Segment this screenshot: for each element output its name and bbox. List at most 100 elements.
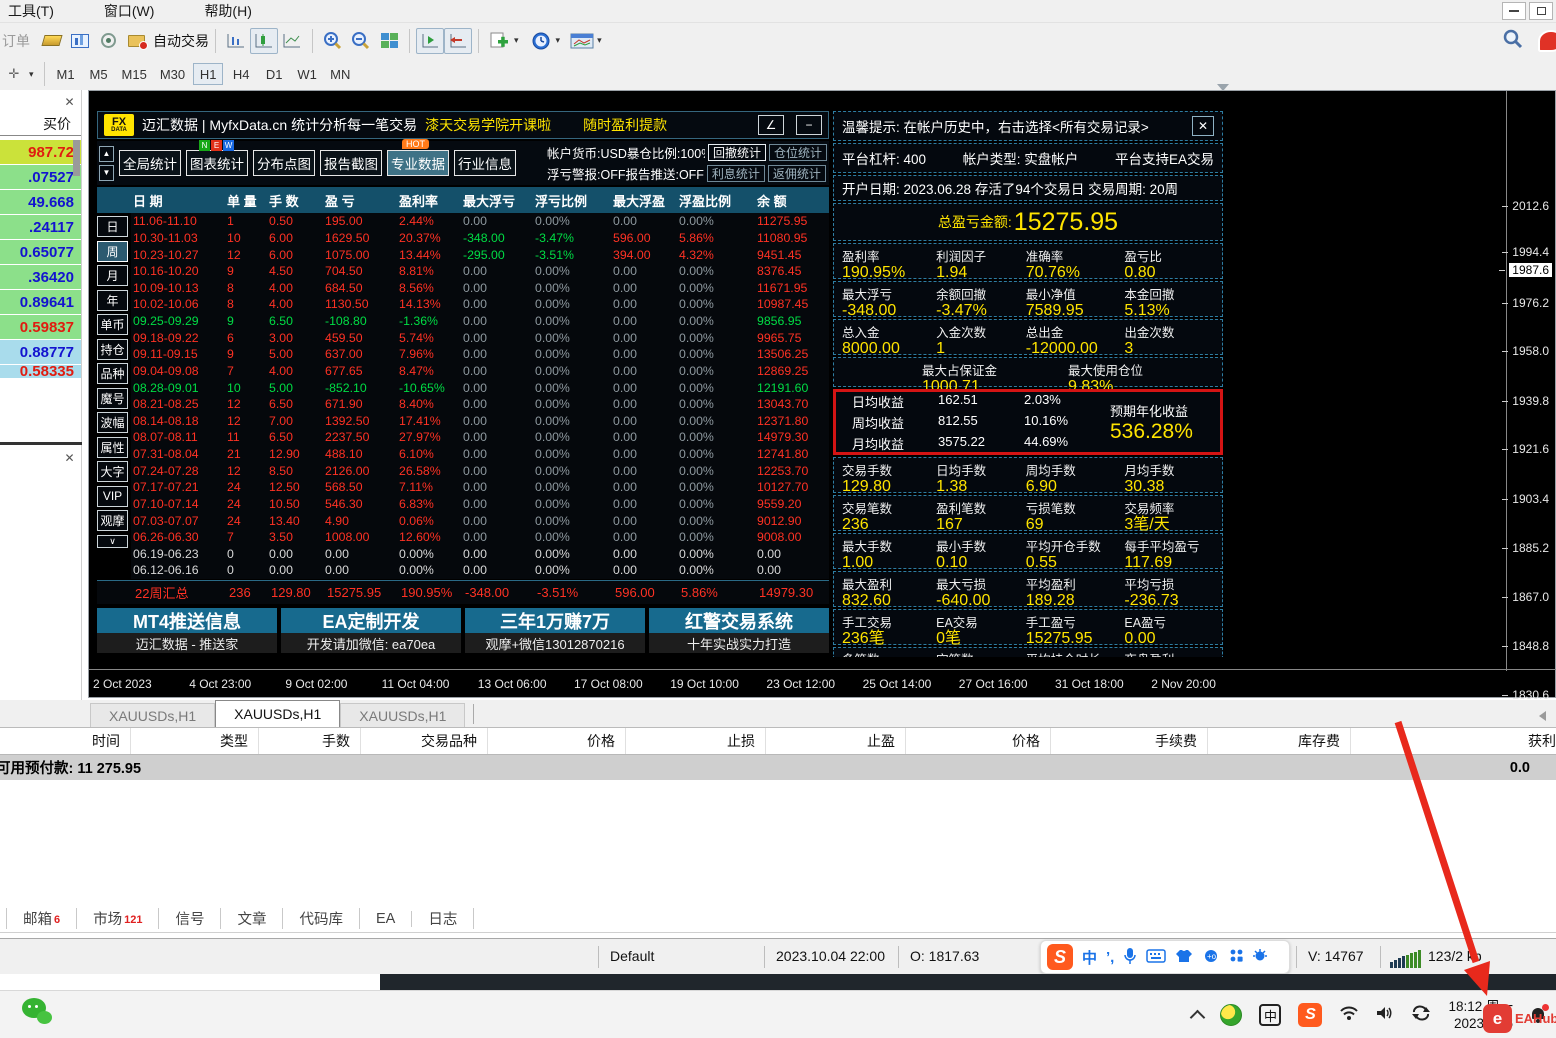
chart-tab[interactable]: XAUUSDs,H1	[340, 703, 466, 727]
terminal-column-header[interactable]: 手数	[258, 728, 360, 754]
zoom-out-icon[interactable]	[347, 28, 375, 54]
zoom-in-icon[interactable]	[319, 28, 347, 54]
wifi-icon[interactable]	[1339, 1005, 1359, 1026]
nav-button[interactable]: 回撤统计	[708, 144, 766, 161]
timeframe-h1[interactable]: H1	[193, 63, 224, 85]
market-row[interactable]: .24117	[0, 215, 81, 239]
line-chart-icon[interactable]	[278, 28, 306, 54]
terminal-column-header[interactable]: 时间	[0, 728, 130, 754]
new-template-icon[interactable]	[485, 28, 513, 54]
nav-button[interactable]: 图表统计 N E W	[186, 140, 248, 176]
terminal-column-header[interactable]: 交易品种	[360, 728, 487, 754]
promo-text-1[interactable]: 漆天交易学院开课啦	[425, 115, 551, 135]
restore-button[interactable]	[1529, 2, 1553, 20]
terminal-tab-信号[interactable]: 信号	[159, 908, 222, 929]
tray-chevron-icon[interactable]	[1190, 1009, 1206, 1025]
volume-icon[interactable]	[1376, 1005, 1394, 1026]
terminal-column-header[interactable]: 类型	[130, 728, 258, 754]
cursor-tool-icon[interactable]: ✛	[0, 61, 28, 87]
ad-banner[interactable]: 三年1万赚7万 观摩+微信13012870216	[465, 608, 645, 653]
menu-item[interactable]: 帮助(H)	[204, 1, 251, 21]
timeframe-h4[interactable]: H4	[226, 63, 256, 85]
sidebar-button[interactable]: 属性	[97, 436, 128, 458]
nav-button[interactable]: 全局统计	[119, 150, 181, 176]
sidebar-button[interactable]: 日	[97, 216, 128, 237]
gamepad-icon[interactable]: +o	[1202, 949, 1220, 966]
timeframe-m1[interactable]: M1	[51, 63, 81, 85]
tabs-left-arrow-icon[interactable]	[1539, 711, 1546, 721]
sync-icon[interactable]	[1411, 1005, 1431, 1026]
close-icon[interactable]: ✕	[62, 94, 77, 109]
indicators-dropdown-icon[interactable]: ▾	[597, 35, 602, 46]
ad-banner[interactable]: MT4推送信息 迈汇数据 - 推送家	[97, 608, 277, 653]
new-chart-icon[interactable]	[66, 28, 94, 54]
timeframe-m30[interactable]: M30	[155, 63, 190, 85]
market-row[interactable]: .36420	[0, 265, 81, 289]
terminal-column-header[interactable]: 价格	[487, 728, 625, 754]
chart-tab[interactable]: XAUUSDs,H1	[215, 700, 341, 727]
keyboard-icon[interactable]	[1146, 948, 1167, 966]
chart-tab[interactable]: XAUUSDs,H1	[90, 703, 216, 727]
tray-green-app-icon[interactable]	[1220, 1004, 1243, 1026]
terminal-tab-邮箱[interactable]: 邮箱 6	[6, 908, 78, 929]
market-row[interactable]: 0.58335	[0, 365, 81, 378]
sogou-icon[interactable]: S	[1047, 944, 1073, 970]
template-dropdown-icon[interactable]: ▾	[514, 35, 519, 46]
scroll-down-icon[interactable]: ▼	[99, 164, 114, 181]
radar-icon[interactable]	[94, 28, 122, 54]
chart-shift-icon[interactable]	[416, 27, 444, 54]
timeframe-d1[interactable]: D1	[259, 63, 289, 85]
close-icon[interactable]: ✕	[62, 450, 77, 465]
market-row[interactable]: 0.88777	[0, 340, 81, 364]
terminal-column-header[interactable]: 手续费	[1050, 728, 1207, 754]
sidebar-button[interactable]: 持仓	[97, 338, 128, 360]
skin-icon[interactable]	[1175, 949, 1193, 966]
market-row[interactable]: 0.65077	[0, 240, 81, 264]
menu-item[interactable]: 窗口(W)	[104, 1, 155, 21]
sidebar-button[interactable]: 魔号	[97, 387, 128, 409]
nav-button[interactable]: 利息统计	[706, 165, 765, 182]
wechat-icon[interactable]	[22, 998, 52, 1024]
sidebar-button[interactable]: ∨	[97, 534, 128, 548]
market-row[interactable]: 0.89641	[0, 290, 81, 314]
timeframe-m5[interactable]: M5	[84, 63, 114, 85]
nav-button[interactable]: 分布点图	[253, 150, 315, 176]
timeframe-mn[interactable]: MN	[325, 63, 355, 85]
indicators-icon[interactable]	[568, 28, 596, 54]
sidebar-button[interactable]: 年	[97, 289, 128, 311]
terminal-tab-文章[interactable]: 文章	[221, 908, 284, 929]
mic-icon[interactable]	[1123, 947, 1137, 968]
sidebar-button[interactable]: 品种	[97, 363, 128, 384]
periods-clock-icon[interactable]	[527, 28, 555, 54]
tile-windows-icon[interactable]	[375, 28, 403, 54]
sidebar-button[interactable]: 单币	[97, 314, 128, 335]
autotrade-icon[interactable]	[122, 28, 150, 54]
nav-button[interactable]: 仓位统计	[769, 144, 827, 161]
timeframe-w1[interactable]: W1	[292, 63, 322, 85]
panel-angle-button[interactable]: ∠	[758, 115, 784, 135]
sidebar-button[interactable]: VIP	[97, 485, 128, 507]
auto-scroll-icon[interactable]	[444, 27, 472, 54]
chat-bubble-icon[interactable]	[1538, 30, 1556, 52]
periods-dropdown-icon[interactable]: ▾	[556, 35, 561, 46]
minimize-button[interactable]	[1502, 2, 1526, 20]
nav-button[interactable]: 行业信息	[454, 150, 516, 176]
sidebar-button[interactable]: 月	[97, 265, 128, 286]
sidebar-button[interactable]: 周	[97, 240, 128, 262]
market-row[interactable]: .07527	[0, 165, 81, 189]
terminal-column-header[interactable]: 止损	[625, 728, 765, 754]
terminal-tab-市场[interactable]: 市场 121	[77, 908, 160, 929]
bar-chart-icon[interactable]	[222, 28, 250, 54]
new-order-button[interactable]: 订单	[2, 31, 30, 51]
ime-lang-icon[interactable]: 中	[1082, 947, 1097, 968]
taskbar-ime-icon[interactable]: 中	[1259, 1004, 1282, 1026]
settings-bug-icon[interactable]	[1252, 948, 1268, 966]
cursor-dropdown-icon[interactable]: ▾	[29, 69, 34, 80]
terminal-tab-代码库[interactable]: 代码库	[283, 908, 360, 929]
terminal-tab-EA[interactable]: EA	[360, 910, 413, 927]
terminal-column-header[interactable]: 获利	[1350, 728, 1556, 754]
terminal-column-header[interactable]: 库存费	[1207, 728, 1350, 754]
menu-item[interactable]: 工具(T)	[8, 1, 54, 21]
market-row[interactable]: 49.668	[0, 190, 81, 214]
sidebar-button[interactable]: 观摩	[97, 510, 128, 531]
